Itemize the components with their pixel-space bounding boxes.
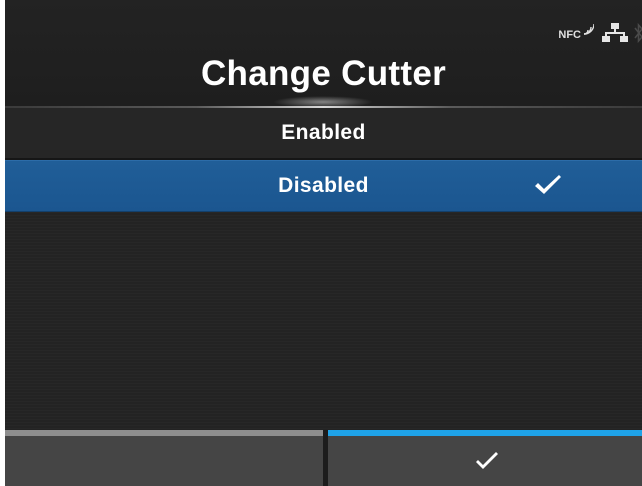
page-title: Change Cutter (200, 54, 447, 93)
selected-check-icon (532, 174, 564, 204)
network-icon (602, 22, 628, 48)
back-button[interactable] (5, 430, 323, 486)
confirm-button[interactable] (328, 430, 642, 486)
header: NFC Change Cutter (5, 0, 642, 108)
check-icon (474, 452, 500, 477)
option-enabled[interactable]: Enabled (5, 108, 642, 160)
option-disabled[interactable]: Disabled (5, 160, 642, 212)
option-label: Enabled (281, 121, 366, 144)
nfc-icon: NFC (558, 24, 594, 41)
lcd-screen: NFC Change Cutter Enabled Disabled (5, 0, 642, 486)
status-bar: NFC (558, 22, 642, 49)
option-label: Disabled (278, 174, 369, 197)
bluetooth-icon (634, 22, 642, 49)
footer (5, 430, 642, 486)
